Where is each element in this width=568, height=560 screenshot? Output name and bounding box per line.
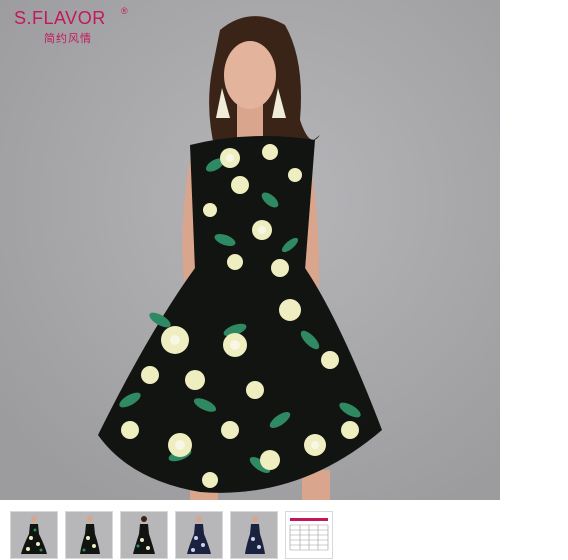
thumb-green-floral-side[interactable]: [65, 511, 113, 559]
thumb-blue-floral-side[interactable]: [230, 511, 278, 559]
thumb-blue-floral-front[interactable]: [175, 511, 223, 559]
main-product-image: S.FLAVOR ® 简约风情: [0, 0, 500, 500]
model-wearing-dress: [0, 0, 500, 500]
dress-thumbnail-image: [66, 512, 112, 558]
size-chart-thumbnail-image: [286, 512, 332, 558]
dress-thumbnail-image: [231, 512, 277, 558]
dress-thumbnail-image: [176, 512, 222, 558]
brand-subtitle: 简约风情: [44, 33, 92, 45]
brand-name: S.FLAVOR: [14, 8, 106, 28]
brand-logo: S.FLAVOR ® 简约风情: [14, 6, 134, 45]
dress-thumbnail-image: [11, 512, 57, 558]
thumbnail-strip: [0, 508, 568, 560]
thumb-size-chart[interactable]: [285, 511, 333, 559]
registered-mark: ®: [121, 6, 128, 16]
thumb-green-floral-back[interactable]: [120, 511, 168, 559]
thumb-green-floral-front[interactable]: [10, 511, 58, 559]
dress-thumbnail-image: [121, 512, 167, 558]
